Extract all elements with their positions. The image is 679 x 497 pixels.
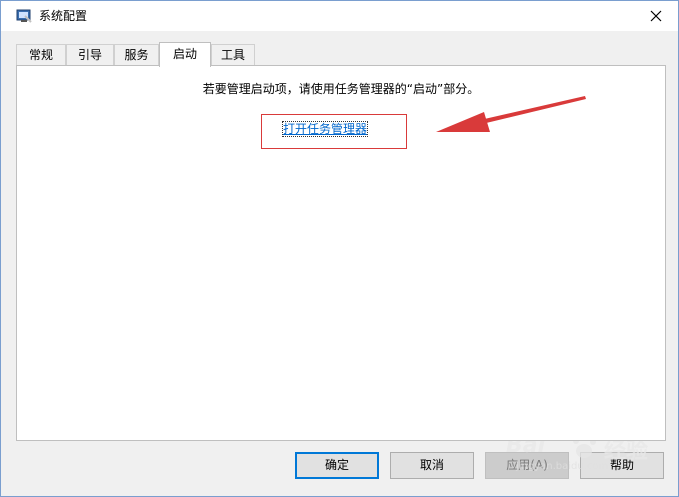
tab-startup[interactable]: 启动 [159,42,211,67]
title-bar[interactable]: 系统配置 [1,1,678,31]
tab-services[interactable]: 服务 [114,44,159,65]
close-icon [650,10,662,22]
window-title: 系统配置 [39,9,88,23]
startup-tab-panel: 若要管理启动项，请使用任务管理器的“启动”部分。 打开任务管理器 [16,65,666,441]
tab-tools[interactable]: 工具 [211,44,255,65]
watermark-url: jingyan.baidu.com [516,461,609,472]
msconfig-app-icon [16,8,32,24]
open-task-manager-link[interactable]: 打开任务管理器 [281,121,369,137]
close-button[interactable] [634,1,678,31]
annotation-arrow-icon [436,96,586,132]
tab-general[interactable]: 常规 [16,44,66,65]
ok-button[interactable]: 确定 [295,452,379,479]
tab-strip: 常规 引导 服务 启动 工具 [16,42,666,67]
cancel-button[interactable]: 取消 [390,452,474,479]
system-config-window: 系统配置 常规 引导 服务 启动 工具 若要管理启动项，请使用任务管理器的“启动… [0,0,679,497]
tab-boot[interactable]: 引导 [66,44,114,65]
